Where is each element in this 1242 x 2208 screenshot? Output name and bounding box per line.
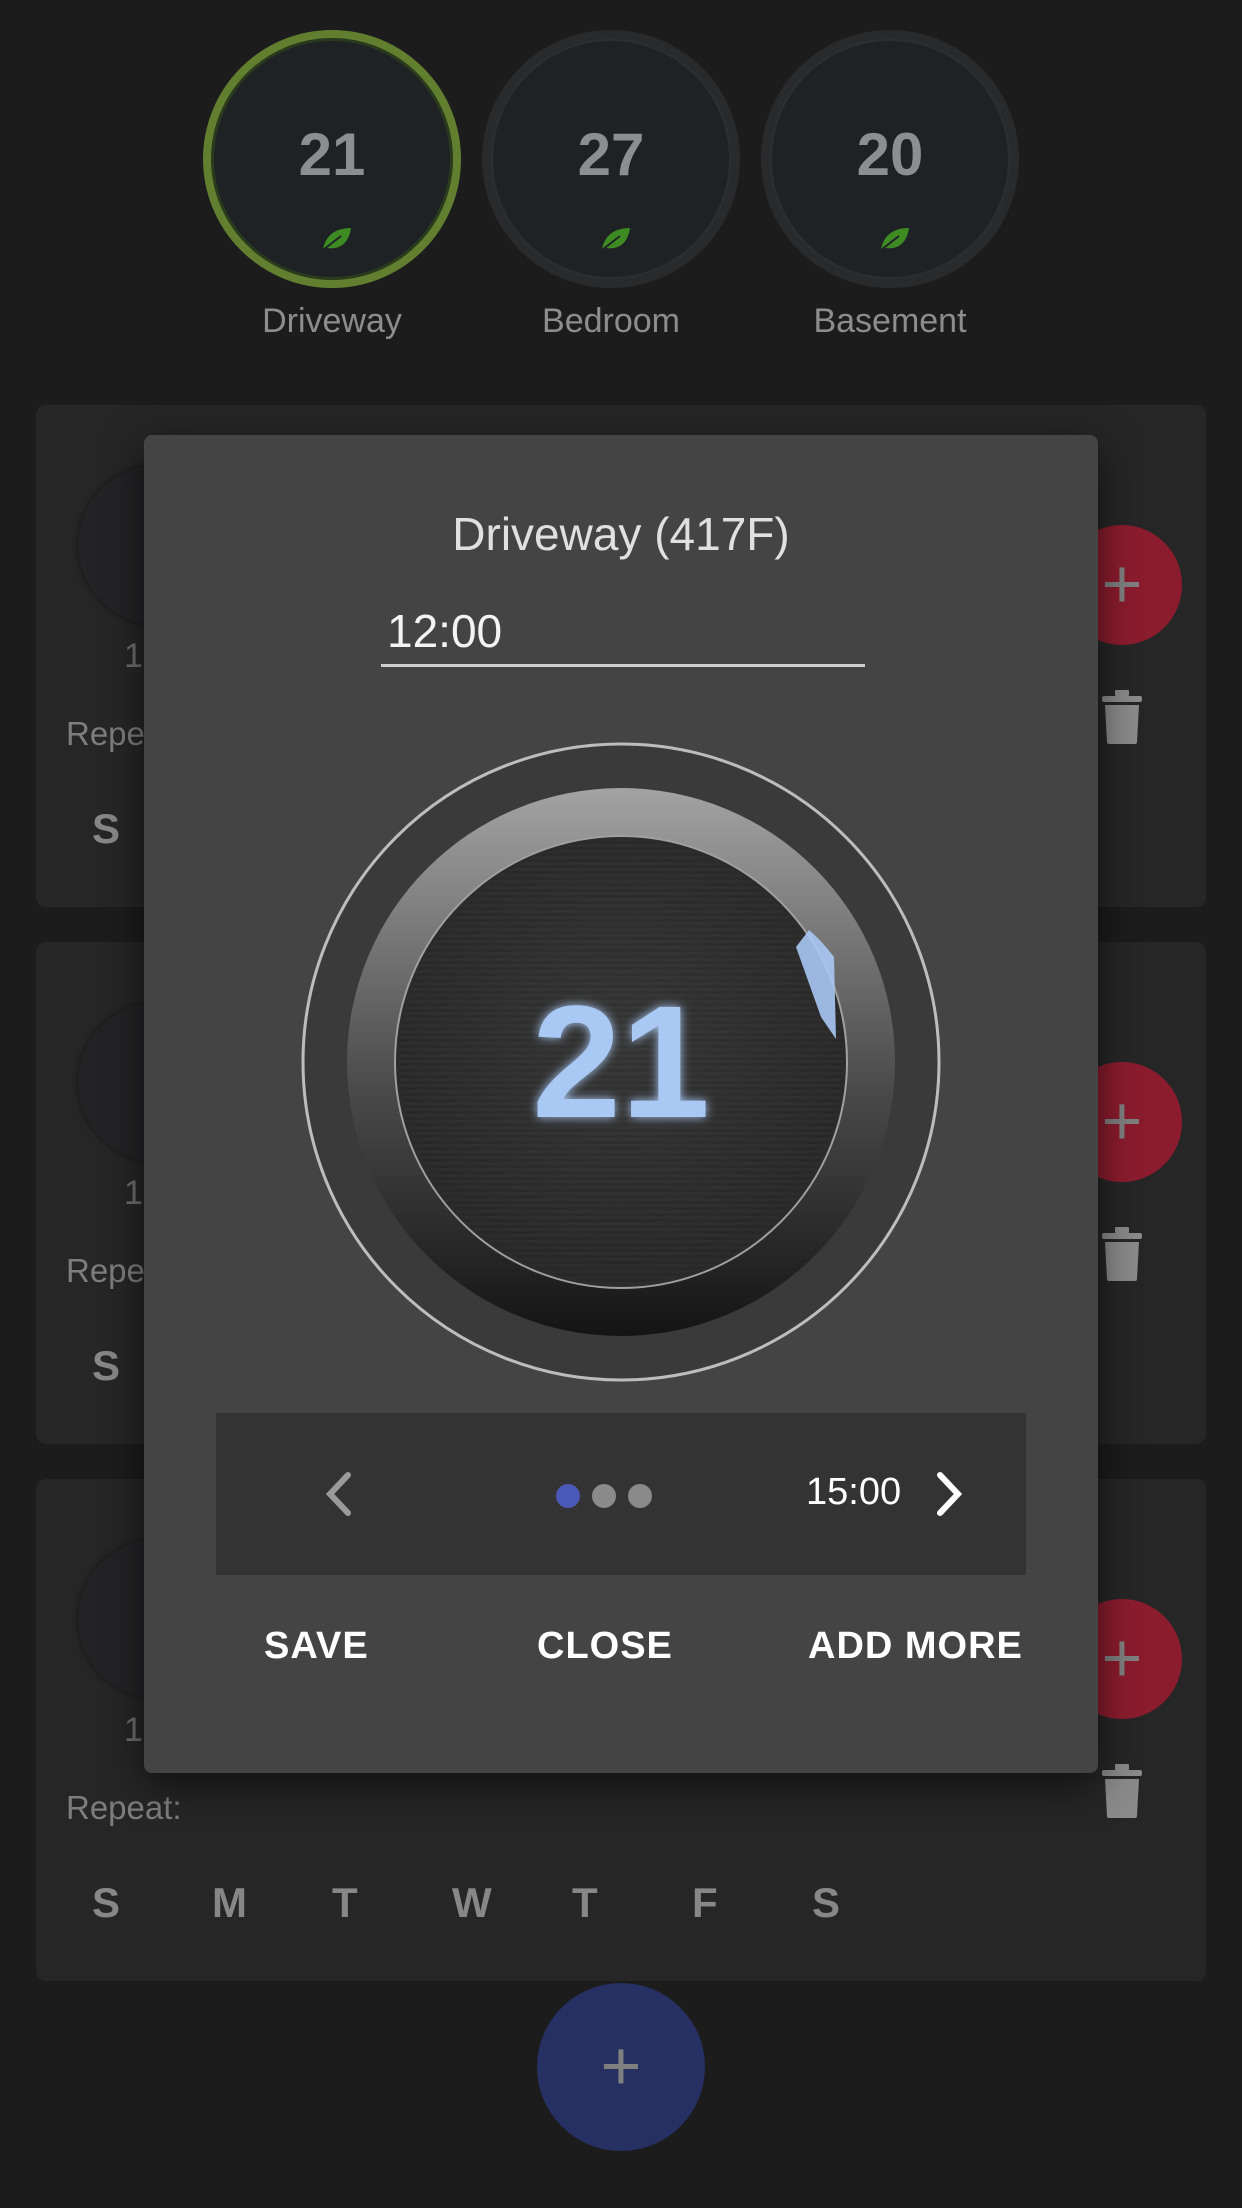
leaf-icon — [601, 228, 630, 251]
day-toggle-wednesday[interactable]: W — [452, 1879, 572, 1927]
plus-icon: + — [600, 2026, 642, 2105]
chevron-left-icon[interactable] — [316, 1469, 366, 1519]
time-field[interactable]: 12:00 — [381, 607, 865, 667]
leaf-icon — [322, 228, 351, 251]
next-setpoint-time[interactable]: 15:00 — [806, 1471, 901, 1514]
day-toggle-thursday[interactable]: T — [572, 1879, 692, 1927]
page-dot[interactable] — [592, 1484, 616, 1508]
day-toggle-sunday[interactable]: S — [92, 1879, 212, 1927]
trash-icon[interactable] — [1102, 1764, 1142, 1818]
repeat-label: Repe — [66, 715, 145, 752]
chevron-right-icon[interactable] — [930, 1469, 970, 1519]
plus-icon: + — [1101, 1081, 1143, 1160]
trash-icon[interactable] — [1102, 690, 1142, 744]
dialog-title: Driveway (417F) — [452, 508, 790, 560]
zone-label: Bedroom — [542, 302, 680, 340]
day-toggle-tuesday[interactable]: T — [332, 1879, 452, 1927]
close-button[interactable]: CLOSE — [537, 1625, 673, 1668]
add-schedule-button[interactable]: + — [537, 1983, 705, 2151]
setpoint-pager: 15:00 — [216, 1413, 1026, 1575]
dialog-actions: SAVE CLOSE ADD MORE — [144, 1625, 1098, 1695]
zone-ring: 21 — [203, 30, 461, 288]
save-button[interactable]: SAVE — [264, 1625, 369, 1668]
zone-temp: 27 — [577, 121, 645, 188]
plus-icon: + — [1101, 544, 1143, 623]
schedule-time: 1 — [124, 1174, 143, 1212]
leaf-icon — [880, 228, 909, 251]
repeat-label: Repeat: — [66, 1789, 182, 1826]
day-toggle-friday[interactable]: F — [692, 1879, 812, 1927]
temperature-dial[interactable]: 21 — [301, 742, 941, 1382]
page-dot[interactable] — [556, 1484, 580, 1508]
zone-ring: 20 — [761, 30, 1019, 288]
add-more-button[interactable]: ADD MORE — [808, 1625, 1023, 1668]
zone-label: Driveway — [262, 302, 402, 340]
zone-label: Basement — [813, 302, 967, 340]
schedule-time: 1 — [124, 1711, 143, 1749]
zone-driveway[interactable]: 21 Driveway — [203, 30, 461, 341]
zone-ring: 27 — [482, 30, 740, 288]
day-toggle-monday[interactable]: M — [212, 1879, 332, 1927]
trash-icon[interactable] — [1102, 1227, 1142, 1281]
repeat-days: S M T W T F S — [92, 1879, 932, 1927]
schedule-time: 1 — [124, 637, 143, 675]
page-indicator — [556, 1484, 652, 1508]
zone-bedroom[interactable]: 27 Bedroom — [482, 30, 740, 341]
zone-temp: 20 — [856, 121, 924, 188]
repeat-label: Repe — [66, 1252, 145, 1289]
day-toggle-saturday[interactable]: S — [812, 1879, 932, 1927]
zone-temp: 21 — [298, 121, 366, 188]
zone-basement[interactable]: 20 Basement — [761, 30, 1019, 341]
plus-icon: + — [1101, 1618, 1143, 1697]
dial-temperature: 21 — [532, 972, 710, 1151]
page-dot[interactable] — [628, 1484, 652, 1508]
setpoint-dialog: Driveway (417F) 12:00 21 15:00 SAVE CLOS… — [144, 435, 1098, 1773]
